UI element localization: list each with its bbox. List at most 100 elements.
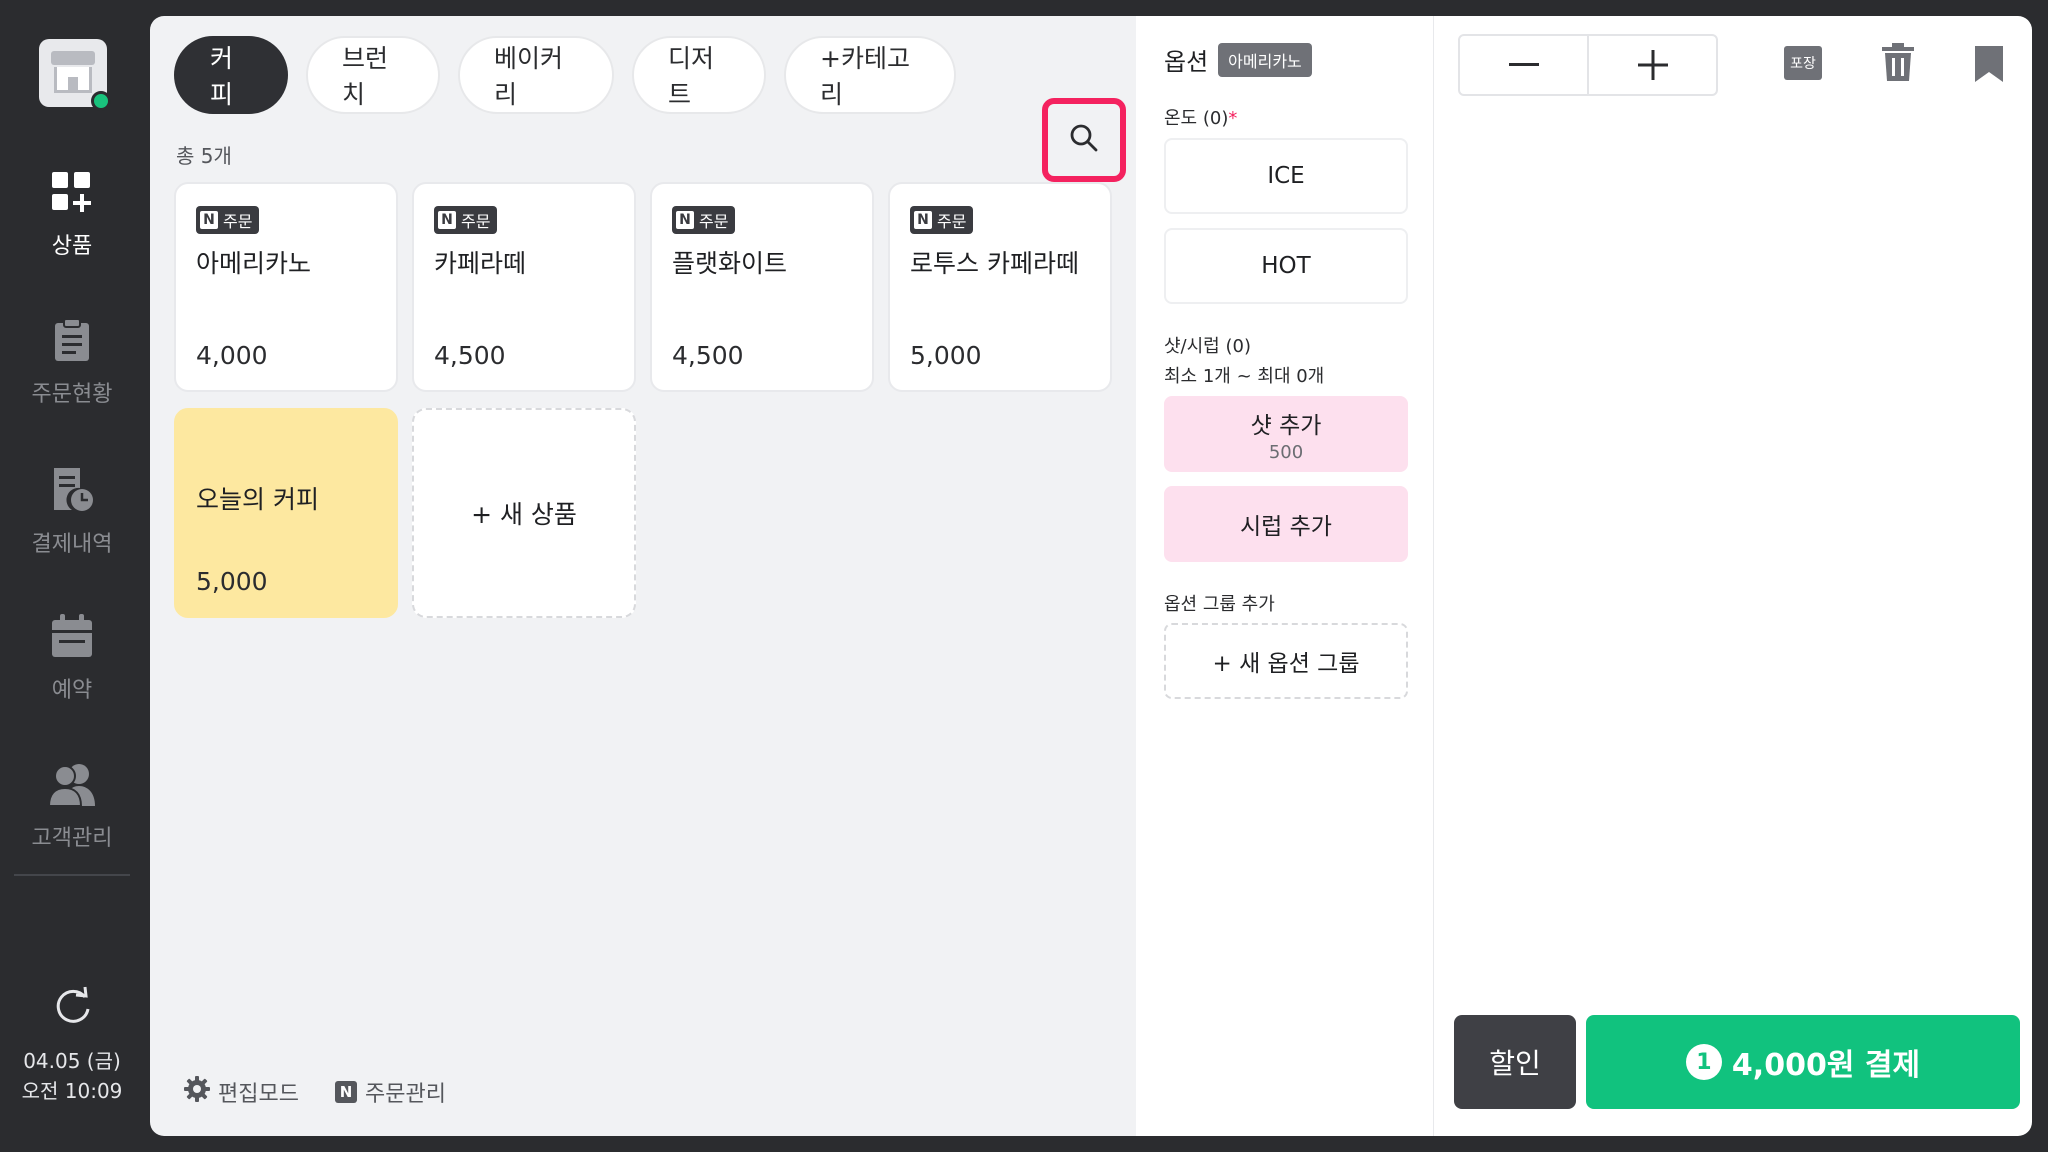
product-name: 오늘의 커피: [196, 485, 319, 514]
add-option-group-label: 옵션 그룹 추가: [1164, 594, 1275, 615]
naver-order-badge: N 주문: [910, 206, 974, 234]
edit-mode-label: 편집모드: [218, 1082, 299, 1107]
edit-mode-button[interactable]: 편집모드: [184, 1076, 299, 1108]
takeout-button[interactable]: 포장: [1784, 46, 1822, 80]
sidebar-item-products[interactable]: 상품: [0, 170, 144, 260]
option-add-syrup-button[interactable]: 시럽 추가: [1164, 486, 1408, 562]
product-card-featured[interactable]: 오늘의 커피 5,000: [174, 408, 398, 618]
naver-order-badge: N 주문: [672, 206, 736, 234]
total-count: 총 5개: [176, 144, 232, 168]
tab-add-category[interactable]: +카테고리: [784, 36, 956, 114]
category-tabs: 커피 브런치 베이커리 디저트 +카테고리: [174, 36, 956, 114]
required-mark: *: [1228, 108, 1238, 129]
sidebar-item-label: 결제내역: [31, 532, 113, 557]
tab-coffee[interactable]: 커피: [174, 36, 288, 114]
quantity-stepper: [1458, 34, 1718, 96]
online-status-dot: [91, 91, 111, 111]
pos-app: 상품 주문현황 결제내역 예약 고객관리 04.05 (금) 오전 10:09 …: [0, 0, 2048, 1152]
product-panel: 커피 브런치 베이커리 디저트 +카테고리 총 5개 N 주문 아메리카노 4,0…: [150, 16, 1136, 1136]
tab-dessert[interactable]: 디저트: [632, 36, 766, 114]
product-card[interactable]: N 주문 플랫화이트 4,500: [650, 182, 874, 392]
sidebar-item-label: 주문현황: [31, 382, 113, 407]
clipboard-icon: [0, 318, 144, 368]
tab-bakery[interactable]: 베이커리: [458, 36, 614, 114]
product-name: 플랫화이트: [672, 249, 788, 278]
option-add-shot-button[interactable]: 샷 추가 500: [1164, 396, 1408, 472]
search-button[interactable]: [1042, 98, 1126, 182]
search-icon: [1069, 123, 1099, 157]
product-name: 카페라떼: [434, 249, 527, 278]
users-icon: [0, 762, 144, 812]
store-roof: [51, 51, 95, 65]
badge-label: 주문: [937, 212, 967, 231]
increase-button[interactable]: [1587, 36, 1716, 94]
badge-label: 주문: [223, 212, 253, 231]
sidebar: 상품 주문현황 결제내역 예약 고객관리 04.05 (금) 오전 10:09: [0, 0, 150, 1152]
product-price: 4,000: [196, 341, 268, 370]
cart-panel: 포장 할인 1 4,000원 결제: [1434, 16, 2032, 1136]
option-hot-button[interactable]: HOT: [1164, 228, 1408, 304]
options-title: 옵션: [1164, 48, 1209, 76]
product-name: 아메리카노: [196, 249, 312, 278]
tab-brunch[interactable]: 브런치: [306, 36, 440, 114]
naver-n-icon: N: [438, 211, 456, 229]
shot-syrup-range: 최소 1개 ~ 최대 0개: [1164, 366, 1325, 387]
datetime: 04.05 (금) 오전 10:09: [0, 1046, 144, 1106]
bookmark-icon[interactable]: [1972, 44, 2006, 84]
product-price: 5,000: [196, 567, 268, 596]
option-price: 500: [1268, 441, 1304, 463]
new-product-button[interactable]: + 새 상품: [412, 408, 636, 618]
sidebar-item-reservation[interactable]: 예약: [0, 614, 144, 704]
option-ice-button[interactable]: ICE: [1164, 138, 1408, 214]
product-card[interactable]: N 주문 카페라떼 4,500: [412, 182, 636, 392]
option-label: 샷 추가: [1250, 412, 1322, 439]
sidebar-item-label: 예약: [51, 678, 93, 703]
order-manage-button[interactable]: N 주문관리: [334, 1076, 446, 1108]
naver-n-icon: N: [334, 1081, 357, 1103]
receipt-clock-icon: [0, 466, 144, 518]
gear-icon: [184, 1076, 210, 1108]
cart-count-badge: 1: [1685, 1044, 1722, 1080]
products-icon: [0, 170, 144, 220]
badge-label: 주문: [461, 212, 491, 231]
trash-icon[interactable]: [1878, 42, 1918, 82]
product-price: 4,500: [672, 341, 744, 370]
date-text: 04.05 (금): [23, 1049, 121, 1073]
pay-label: 4,000원 결제: [1731, 1048, 1921, 1083]
temperature-label-text: 온도 (0): [1164, 108, 1229, 129]
sidebar-item-orders[interactable]: 주문현황: [0, 318, 144, 408]
sidebar-divider: [14, 874, 130, 876]
decrease-button[interactable]: [1460, 36, 1587, 94]
naver-n-icon: N: [200, 211, 218, 229]
minus-icon: [1508, 63, 1539, 66]
temperature-label: 온도 (0)*: [1164, 104, 1237, 130]
option-label: 시럽 추가: [1240, 514, 1332, 540]
discount-button[interactable]: 할인: [1454, 1015, 1576, 1109]
product-price: 5,000: [910, 341, 982, 370]
options-header: 옵션 아메리카노: [1164, 42, 1312, 77]
sidebar-item-label: 고객관리: [31, 826, 113, 851]
plus-icon: [1637, 50, 1668, 80]
naver-n-icon: N: [914, 211, 932, 229]
store-door: [68, 77, 78, 93]
product-card[interactable]: N 주문 로투스 카페라떼 5,000: [888, 182, 1112, 392]
product-price: 4,500: [434, 341, 506, 370]
time-text: 오전 10:09: [21, 1079, 123, 1103]
naver-order-badge: N 주문: [196, 206, 260, 234]
sidebar-item-label: 상품: [51, 234, 93, 259]
refresh-icon[interactable]: [52, 985, 94, 1027]
order-manage-label: 주문관리: [364, 1082, 446, 1107]
calendar-icon: [0, 614, 144, 664]
new-option-group-button[interactable]: + 새 옵션 그룹: [1164, 623, 1408, 699]
sidebar-item-customers[interactable]: 고객관리: [0, 762, 144, 852]
shot-syrup-label: 샷/시럽 (0): [1164, 336, 1251, 357]
options-panel: 옵션 아메리카노 온도 (0)* ICE HOT 샷/시럽 (0) 최소 1개 …: [1136, 16, 1434, 1136]
naver-order-badge: N 주문: [434, 206, 498, 234]
footer-tools: 편집모드 N 주문관리: [184, 1076, 446, 1108]
pay-button[interactable]: 1 4,000원 결제: [1586, 1015, 2020, 1109]
sidebar-item-payments[interactable]: 결제내역: [0, 466, 144, 558]
badge-label: 주문: [699, 212, 729, 231]
naver-n-icon: N: [676, 211, 694, 229]
product-name: 로투스 카페라떼: [910, 249, 1079, 278]
product-card[interactable]: N 주문 아메리카노 4,000: [174, 182, 398, 392]
